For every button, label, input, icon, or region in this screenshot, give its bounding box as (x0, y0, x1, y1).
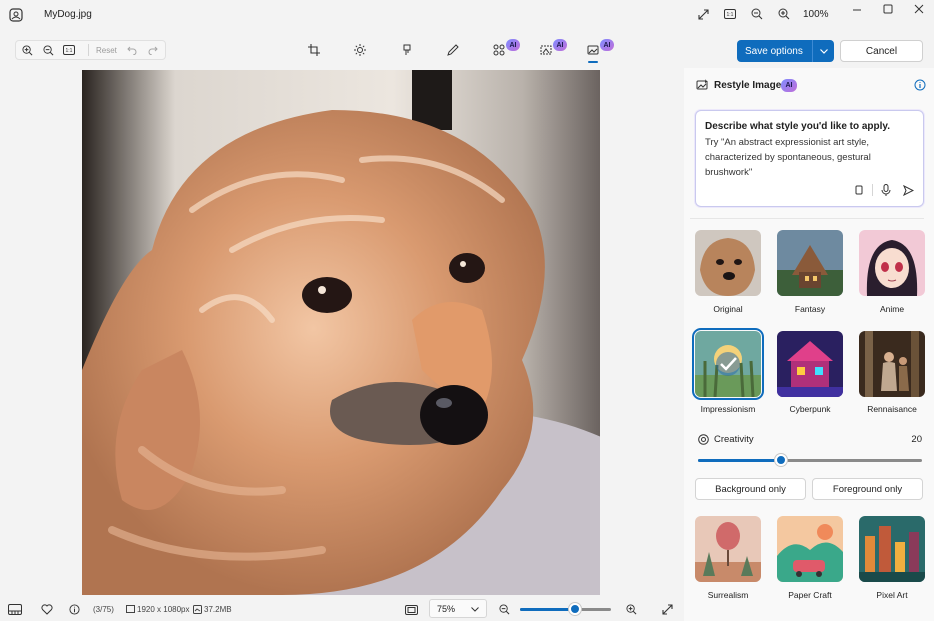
restyle-icon (695, 78, 709, 92)
style-label: Impressionism (700, 404, 756, 414)
send-icon[interactable] (902, 184, 914, 196)
photos-app-icon (8, 7, 24, 23)
undo-icon[interactable] (125, 43, 139, 57)
style-label: Cyberpunk (789, 404, 831, 414)
zoom-in-icon[interactable] (20, 43, 34, 57)
resolution-icon (125, 604, 135, 614)
crop-icon[interactable] (307, 43, 321, 57)
zoom-out-icon[interactable] (41, 43, 55, 57)
photo-dog[interactable] (82, 70, 600, 595)
panel-divider (690, 218, 924, 219)
creativity-value: 20 (911, 434, 922, 445)
svg-text:1:1: 1:1 (66, 48, 73, 54)
actual-size-icon[interactable]: 1:1 (62, 43, 76, 57)
creativity-slider-fill (698, 459, 781, 462)
prompt-divider (872, 184, 873, 196)
copy-icon[interactable] (853, 184, 865, 196)
style-label: Surrealism (707, 590, 749, 600)
ai-badge: AI (553, 39, 567, 51)
zoom-in-icon[interactable] (777, 7, 791, 21)
fit-icon[interactable]: 1:1 (723, 7, 737, 21)
style-label: Anime (879, 304, 905, 314)
heart-icon[interactable] (40, 603, 53, 616)
creativity-slider-thumb[interactable] (774, 454, 787, 466)
zoom-out-icon[interactable] (498, 603, 511, 616)
toolbar-divider (88, 44, 89, 56)
style-tile-rennaisance[interactable] (859, 331, 925, 397)
adjust-icon[interactable] (353, 43, 367, 57)
draw-icon[interactable] (446, 43, 460, 57)
info-icon[interactable] (913, 78, 926, 91)
style-tile-paper-craft[interactable] (777, 516, 843, 582)
style-label: Original (713, 304, 743, 314)
filmstrip-icon[interactable] (7, 603, 22, 616)
chevron-down-icon[interactable] (470, 604, 480, 614)
background-only-button[interactable]: Background only (695, 478, 806, 500)
prompt-heading: Describe what style you'd like to apply. (705, 121, 891, 132)
ai-badge: AI (600, 39, 614, 51)
style-label: Paper Craft (788, 590, 832, 600)
object-remove-icon[interactable] (492, 43, 506, 57)
creativity-label: Creativity (714, 434, 754, 445)
style-label: Pixel Art (876, 590, 908, 600)
style-label: Rennaisance (867, 404, 917, 414)
file-size-icon (192, 604, 202, 614)
cancel-button[interactable]: Cancel (840, 40, 923, 62)
zoom-slider-fill (520, 608, 575, 611)
creativity-icon (697, 433, 709, 445)
close-icon[interactable] (912, 2, 926, 16)
style-label: Fantasy (794, 304, 826, 314)
style-tile-surrealism[interactable] (695, 516, 761, 582)
microphone-icon[interactable] (880, 184, 892, 196)
panel-title: Restyle Image (714, 80, 782, 91)
image-position: (3/75) (93, 605, 114, 614)
full-screen-icon[interactable] (661, 603, 674, 616)
background-icon[interactable] (539, 43, 553, 57)
fit-to-window-icon[interactable] (404, 603, 418, 616)
style-tile-original[interactable] (695, 230, 761, 296)
redo-icon[interactable] (146, 43, 160, 57)
markup-icon[interactable] (400, 43, 414, 57)
zoom-slider-thumb[interactable] (568, 603, 581, 615)
zoom-in-icon[interactable] (625, 603, 638, 616)
style-tile-anime[interactable] (859, 230, 925, 296)
zoom-controls (15, 40, 166, 60)
reset-button[interactable]: Reset (96, 46, 117, 55)
zoom-out-icon[interactable] (750, 7, 764, 21)
ai-badge: AI (506, 39, 520, 51)
svg-text:1:1: 1:1 (727, 12, 734, 18)
zoom-dropdown-value: 75% (437, 604, 456, 614)
style-tile-impressionism[interactable] (692, 328, 764, 400)
file-title: MyDog.jpg (44, 9, 92, 20)
title-bar (0, 0, 934, 30)
active-tool-indicator (588, 61, 598, 63)
style-tile-pixel-art[interactable] (859, 516, 925, 582)
foreground-only-button[interactable]: Foreground only (812, 478, 923, 500)
file-size: 37.2MB (204, 605, 232, 614)
info-icon[interactable] (68, 603, 81, 616)
expand-icon[interactable] (696, 7, 710, 21)
prompt-hint: Try "An abstract expressionist art style… (705, 137, 871, 178)
image-resolution: 1920 x 1080px (137, 605, 190, 614)
minimize-icon[interactable] (850, 3, 864, 17)
style-tile-cyberpunk[interactable] (777, 331, 843, 397)
restyle-icon[interactable] (586, 43, 600, 57)
style-tile-fantasy[interactable] (777, 230, 843, 296)
zoom-level-label: 100% (803, 9, 829, 20)
ai-badge: AI (781, 79, 797, 92)
maximize-icon[interactable] (881, 2, 895, 16)
chevron-down-icon[interactable] (812, 40, 834, 62)
